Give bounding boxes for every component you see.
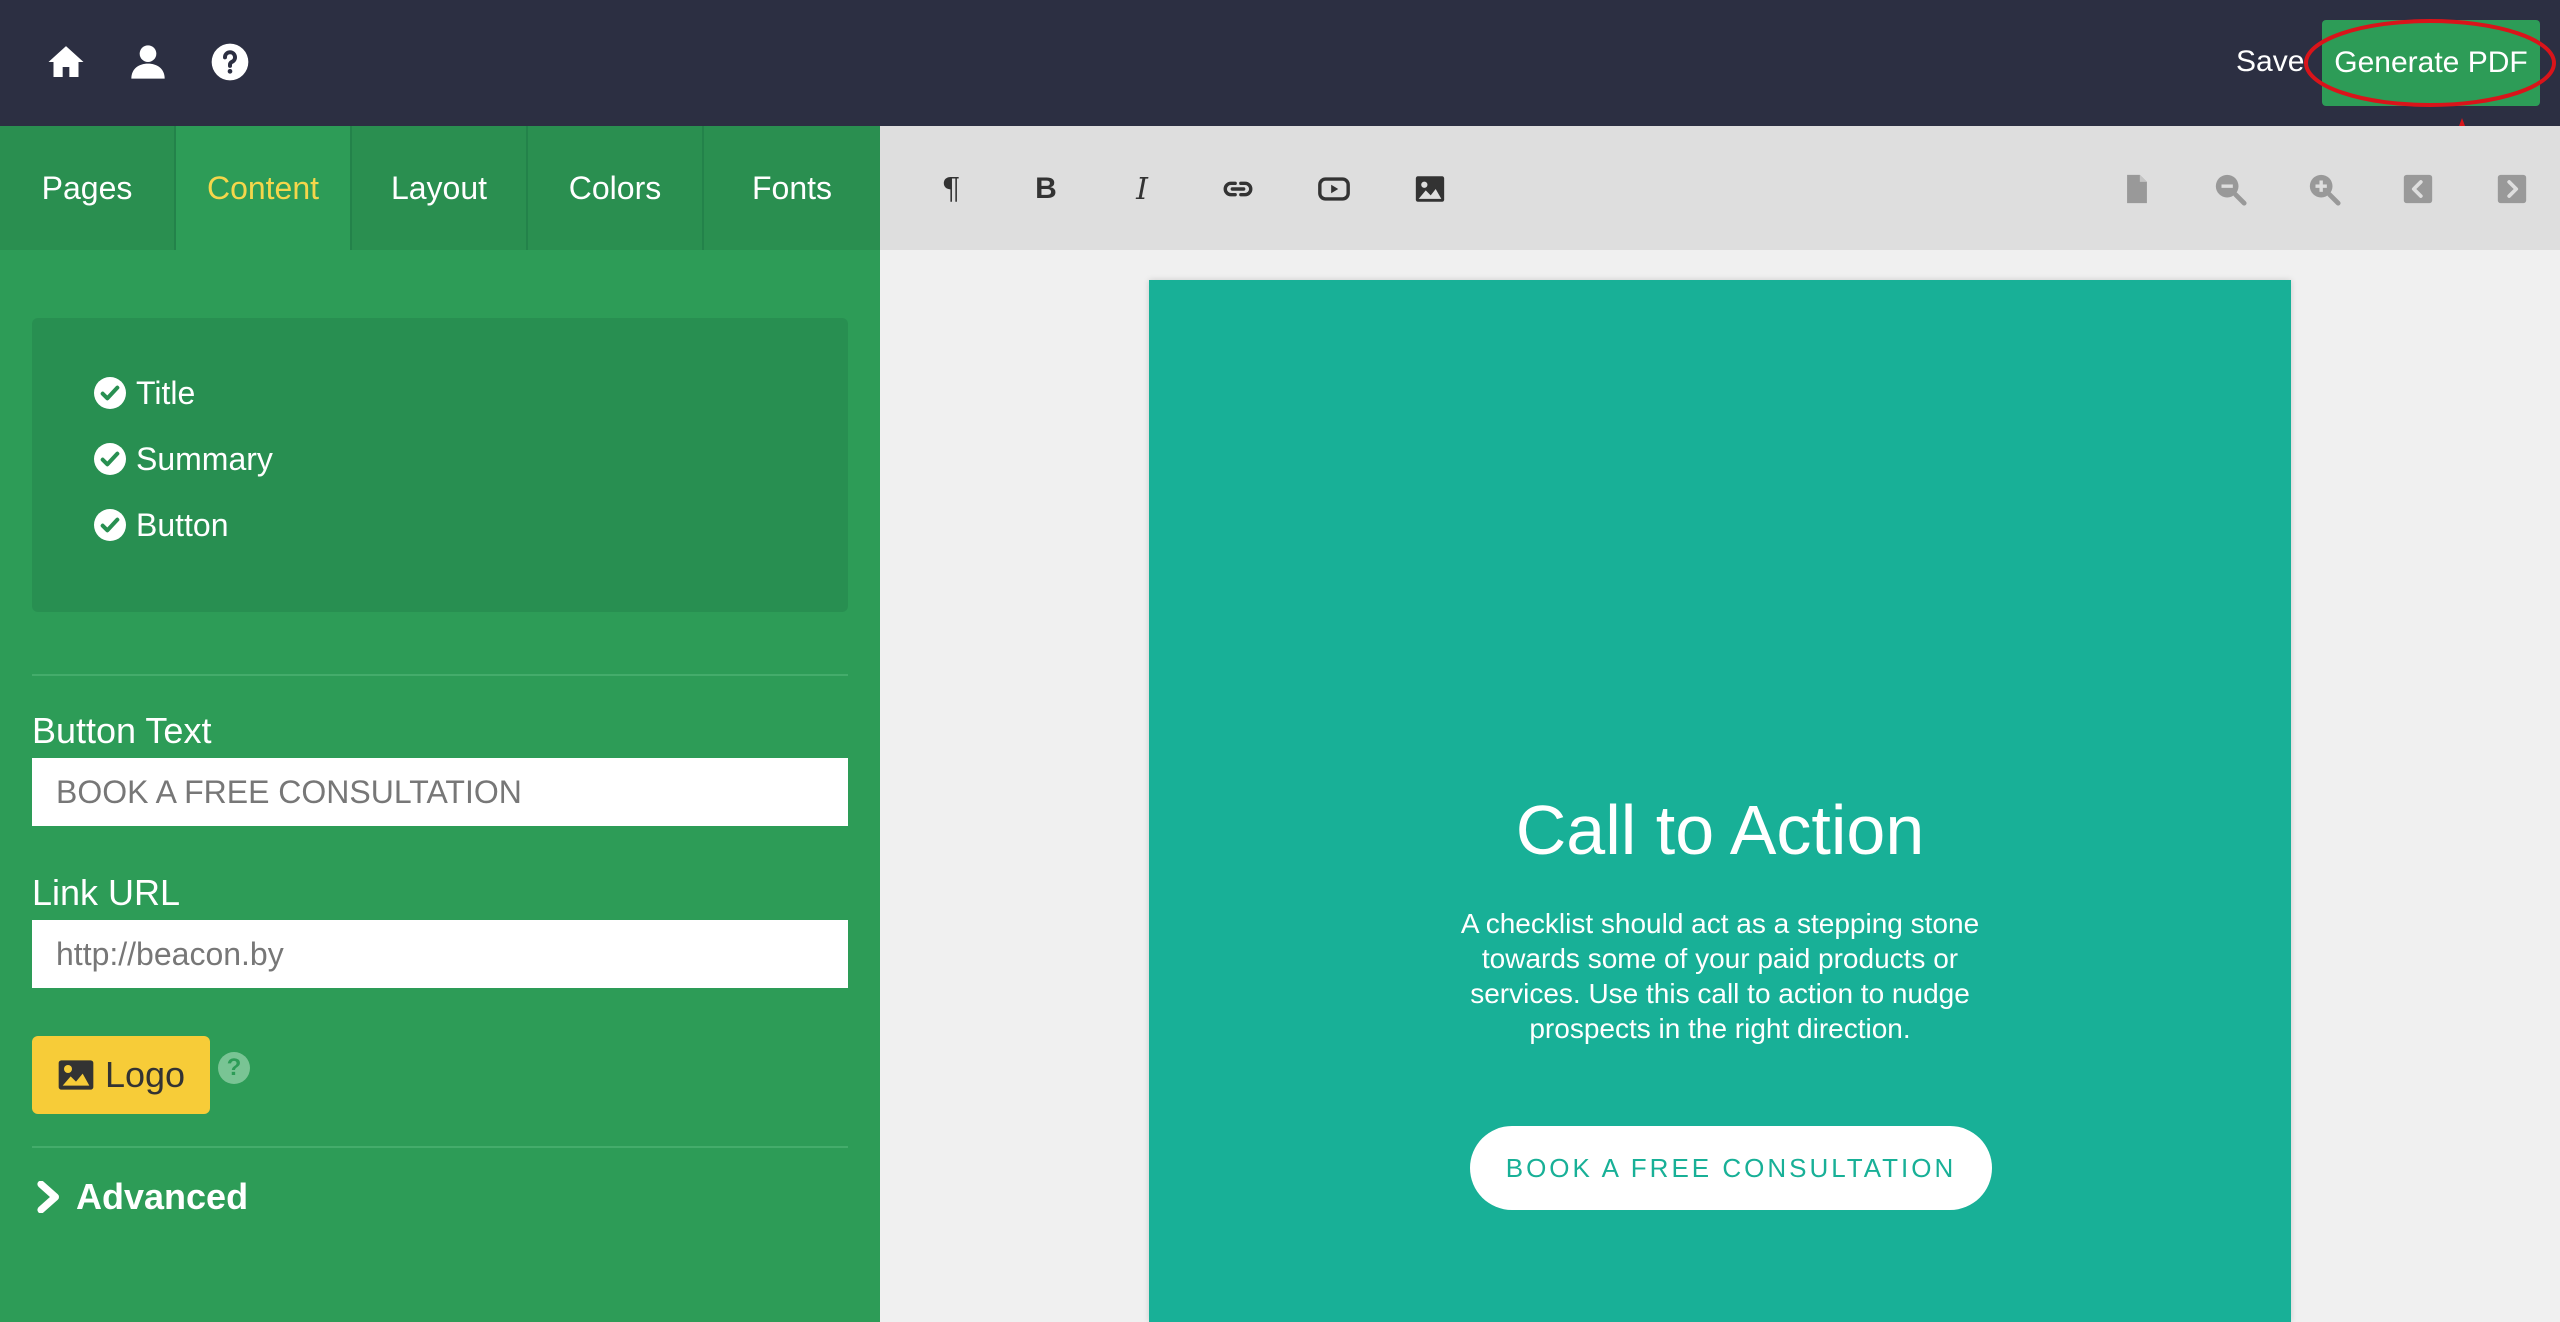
image-button[interactable] xyxy=(1407,166,1453,212)
account-button[interactable] xyxy=(120,38,176,86)
divider xyxy=(32,674,848,676)
page-view-button[interactable] xyxy=(2114,166,2160,212)
page-summary[interactable]: A checklist should act as a stepping sto… xyxy=(1460,906,1980,1046)
image-icon xyxy=(1415,176,1445,202)
tab-fonts[interactable]: Fonts xyxy=(704,126,880,250)
content-panel: Pages Content Layout Colors Fonts Title … xyxy=(0,126,880,1322)
page-icon xyxy=(2127,174,2147,204)
help-icon xyxy=(211,43,249,81)
section-toggle-list: Title Summary Button xyxy=(32,318,848,612)
image-icon xyxy=(58,1060,94,1090)
bold-icon: B xyxy=(1035,172,1057,205)
zoom-out-icon xyxy=(2215,174,2247,206)
next-page-icon xyxy=(2497,174,2527,204)
check-circle-icon xyxy=(94,443,126,475)
check-circle-icon xyxy=(94,377,126,409)
section-toggle-summary[interactable]: Summary xyxy=(94,434,273,484)
home-button[interactable] xyxy=(38,38,94,86)
check-circle-icon xyxy=(94,509,126,541)
section-toggle-label: Summary xyxy=(136,440,273,477)
section-toggle-label: Title xyxy=(136,374,196,411)
advanced-toggle[interactable]: Advanced xyxy=(36,1172,248,1222)
paragraph-button[interactable]: ¶ xyxy=(928,166,974,212)
logo-button[interactable]: Logo xyxy=(32,1036,210,1114)
section-toggle-label: Button xyxy=(136,506,229,543)
panel-tabs: Pages Content Layout Colors Fonts xyxy=(0,126,880,250)
video-icon xyxy=(1318,177,1350,201)
section-toggle-button[interactable]: Button xyxy=(94,500,229,550)
zoom-in-button[interactable] xyxy=(2301,166,2347,212)
zoom-out-button[interactable] xyxy=(2207,166,2253,212)
help-button[interactable] xyxy=(202,38,258,86)
page-preview[interactable]: Call to Action A checklist should act as… xyxy=(1149,280,2291,1322)
tab-layout[interactable]: Layout xyxy=(352,126,528,250)
button-text-label: Button Text xyxy=(32,710,212,751)
link-url-input[interactable] xyxy=(32,920,848,988)
tab-colors[interactable]: Colors xyxy=(528,126,704,250)
bold-button[interactable]: B xyxy=(1023,166,1069,212)
link-url-label: Link URL xyxy=(32,872,181,913)
home-icon xyxy=(48,46,84,77)
video-button[interactable] xyxy=(1311,166,1357,212)
paragraph-icon: ¶ xyxy=(941,171,961,207)
advanced-label: Advanced xyxy=(76,1176,249,1217)
tab-pages[interactable]: Pages xyxy=(0,126,176,250)
prev-page-icon xyxy=(2403,174,2433,204)
divider xyxy=(32,1146,848,1148)
generate-pdf-button[interactable]: Generate PDF xyxy=(2322,20,2540,106)
link-button[interactable] xyxy=(1215,166,1261,212)
page-title[interactable]: Call to Action xyxy=(1149,790,2291,870)
chevron-right-icon xyxy=(37,1181,59,1213)
logo-help-icon[interactable]: ? xyxy=(218,1052,250,1084)
link-icon xyxy=(1223,181,1253,197)
editor-toolbar: ¶ B I xyxy=(880,126,2560,250)
italic-icon: I xyxy=(1136,171,1148,207)
button-text-input[interactable] xyxy=(32,758,848,826)
tab-content[interactable]: Content xyxy=(176,126,352,250)
zoom-in-icon xyxy=(2309,174,2341,206)
next-page-button[interactable] xyxy=(2489,166,2535,212)
save-button[interactable]: Save xyxy=(2236,38,2304,86)
italic-button[interactable]: I xyxy=(1119,166,1165,212)
cta-button[interactable]: BOOK A FREE CONSULTATION xyxy=(1470,1126,1992,1210)
section-toggle-title[interactable]: Title xyxy=(94,368,195,418)
logo-button-label: Logo xyxy=(104,1054,186,1095)
prev-page-button[interactable] xyxy=(2395,166,2441,212)
user-icon xyxy=(131,45,165,79)
top-bar: Save Generate PDF xyxy=(0,0,2560,126)
